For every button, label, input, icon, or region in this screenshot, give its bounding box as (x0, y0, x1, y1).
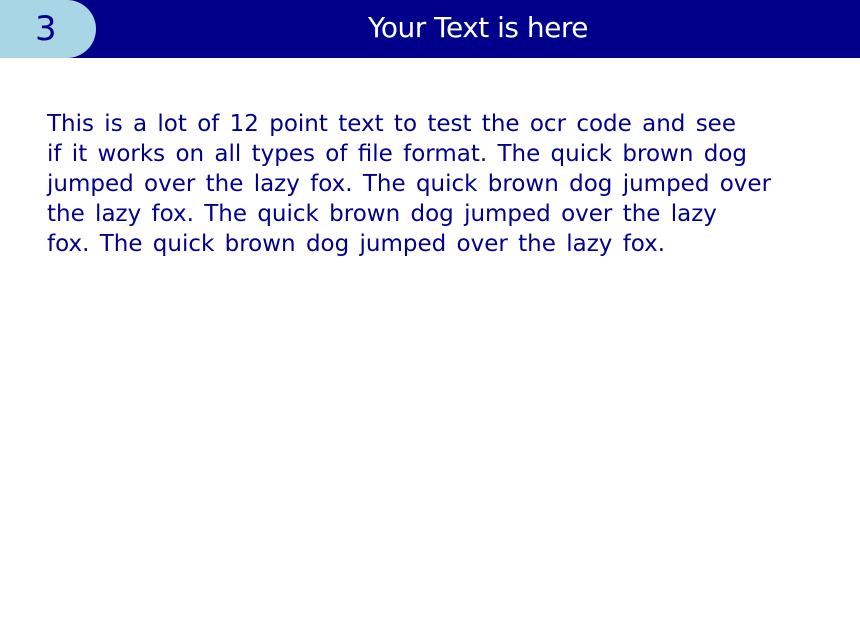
body-line: jumped over the lazy fox. The quick brow… (47, 171, 772, 197)
body-line: if it works on all types of file format.… (47, 141, 747, 167)
body-line: fox. The quick brown dog jumped over the… (47, 231, 666, 257)
slide-number-badge: 3 (0, 0, 96, 58)
body-line: the lazy fox. The quick brown dog jumped… (47, 201, 717, 227)
body-paragraph: This is a lot of 12 point text to test t… (47, 109, 807, 259)
body-line: This is a lot of 12 point text to test t… (47, 111, 736, 137)
slide-title: Your Text is here (367, 11, 589, 44)
header-bar: 3 Your Text is here (0, 0, 860, 58)
